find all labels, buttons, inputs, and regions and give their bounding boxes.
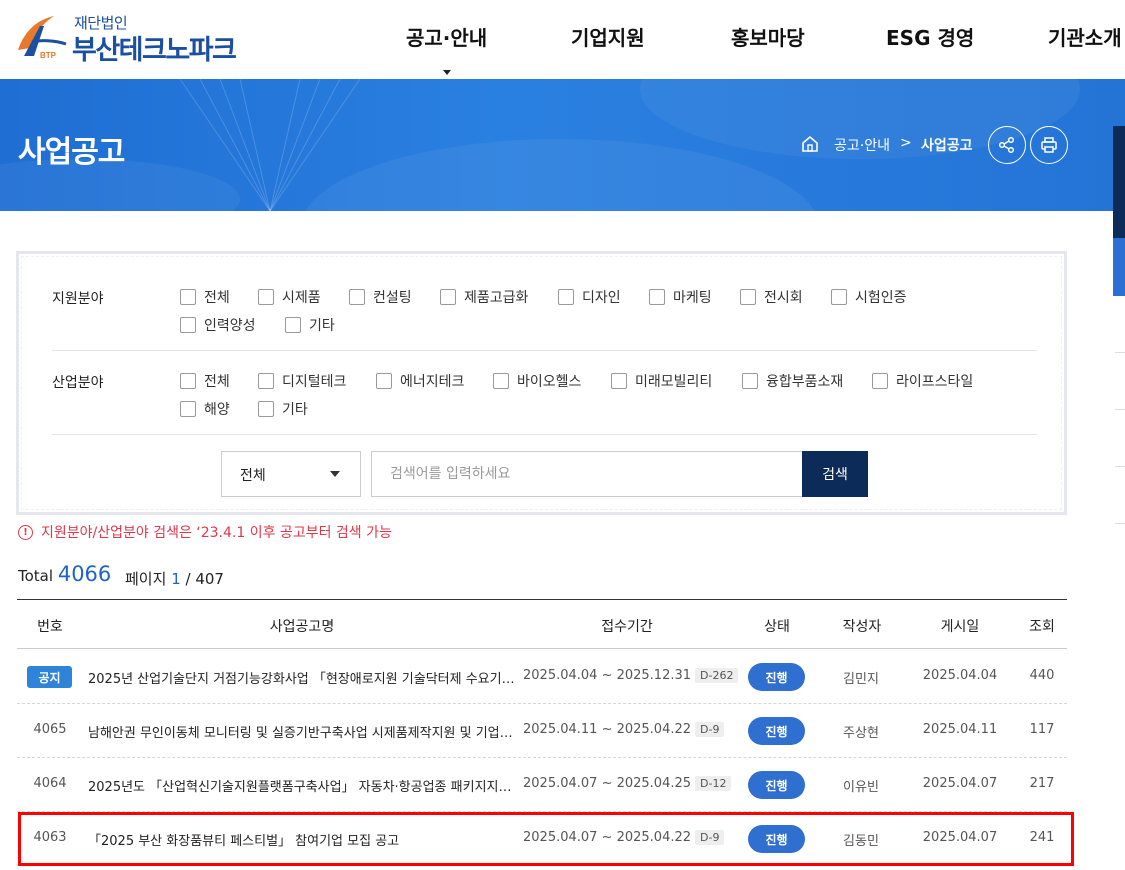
header-status: 상태	[764, 619, 790, 635]
checkbox-support-consulting[interactable]: 컨설팅	[349, 287, 412, 307]
search-filter-box: 지원분야 전체 시제품 컨설팅 제품고급화 디자인 마케팅 전시회 시험인증 인…	[16, 251, 1067, 515]
checkbox-support-training[interactable]: 인력양성	[180, 315, 256, 335]
table-row[interactable]: 공지 2025년 산업기술단지 거점기능강화사업 「현장애로지원 기술닥터제 수…	[17, 650, 1067, 704]
search-input[interactable]	[371, 451, 803, 497]
search-notice-text: 지원분야/산업분야 검색은 ‘23.4.1 이후 공고부터 검색 가능	[41, 525, 392, 541]
header-views: 조회	[1029, 619, 1055, 635]
site-logo[interactable]: BTP 재단법인 부산테크노파크	[14, 12, 264, 66]
row-views: 217	[1029, 776, 1055, 791]
notice-badge: 공지	[27, 666, 72, 688]
page-title: 사업공고	[18, 135, 125, 170]
row-date: 2025.04.04	[922, 668, 998, 683]
page-total: 407	[195, 570, 224, 588]
logo-emblem-icon: BTP	[18, 16, 67, 60]
row-title[interactable]: 2025년도 「산업혁신기술지원플랫폼구축사업」 자동차·항공업종 패키지지원 …	[88, 776, 518, 795]
breadcrumb-current: 사업공고	[921, 138, 973, 154]
search-scope-select[interactable]: 전체	[221, 451, 361, 497]
share-icon	[998, 136, 1015, 154]
checkbox-support-etc[interactable]: 기타	[285, 315, 335, 335]
checkbox-support-prototype[interactable]: 시제품	[258, 287, 321, 307]
table-row[interactable]: 4064 2025년도 「산업혁신기술지원플랫폼구축사업」 자동차·항공업종 패…	[17, 758, 1067, 812]
total-count: Total 4066	[18, 562, 112, 586]
header-number: 번호	[37, 619, 63, 635]
side-quick-menu[interactable]	[1113, 126, 1125, 296]
checkbox-industry-lifestyle[interactable]: 라이프스타일	[872, 371, 973, 391]
row-title[interactable]: 남해안권 무인이동체 모니터링 및 실증기반구축사업 시제품제작지원 및 기업지…	[88, 722, 518, 741]
table-row[interactable]: 4065 남해안권 무인이동체 모니터링 및 실증기반구축사업 시제품제작지원 …	[17, 704, 1067, 758]
checkbox-industry-energy[interactable]: 에너지테크	[376, 371, 464, 391]
dday-badge: D-262	[695, 668, 739, 683]
checkbox-industry-etc[interactable]: 기타	[258, 399, 308, 419]
search-scope-value: 전체	[240, 468, 266, 484]
checkbox-support-design[interactable]: 디자인	[558, 287, 621, 307]
chevron-down-icon	[330, 471, 340, 477]
table-header: 번호 사업공고명 접수기간 상태 작성자 게시일 조회	[17, 599, 1067, 649]
checkbox-industry-biohealth[interactable]: 바이오헬스	[493, 371, 581, 391]
row-views: 440	[1029, 668, 1055, 683]
row-number: 4064	[33, 776, 67, 791]
nav-item-promotion[interactable]: 홍보마당	[731, 22, 805, 51]
header-author: 작성자	[842, 619, 882, 635]
checkbox-support-marketing[interactable]: 마케팅	[649, 287, 712, 307]
breadcrumb-separator: >	[900, 135, 912, 151]
site-header: BTP 재단법인 부산테크노파크 공고·안내 기업지원 홍보마당 ESG 경영 …	[0, 0, 1125, 79]
dday-badge: D-9	[695, 722, 725, 737]
search-notice: ! 지원분야/산업분야 검색은 ‘23.4.1 이후 공고부터 검색 가능	[18, 522, 392, 542]
support-field-label: 지원분야	[52, 291, 104, 307]
info-icon: !	[18, 524, 33, 540]
nav-item-esg[interactable]: ESG 경영	[886, 22, 974, 51]
row-title[interactable]: 2025년 산업기술단지 거점기능강화사업 「현장애로지원 기술닥터제 수요기업…	[88, 668, 518, 687]
status-badge: 진행	[748, 771, 805, 799]
row-author: 이유빈	[843, 780, 879, 795]
nav-item-notice[interactable]: 공고·안내	[406, 22, 487, 51]
row-views: 117	[1029, 722, 1055, 737]
nav-item-business-support[interactable]: 기업지원	[571, 22, 645, 51]
logo-title: 부산테크노파크	[72, 35, 237, 66]
status-badge: 진행	[748, 717, 805, 745]
nav-active-caret-icon	[443, 70, 451, 75]
total-count-value: 4066	[57, 562, 112, 586]
checkbox-industry-digital[interactable]: 디지털테크	[258, 371, 346, 391]
checkbox-support-all[interactable]: 전체	[180, 287, 230, 307]
checkbox-industry-all[interactable]: 전체	[180, 371, 230, 391]
row-date: 2025.04.11	[922, 722, 998, 737]
row-period: 2025.04.11 ~ 2025.04.22 D-9	[523, 722, 725, 737]
highlight-box	[18, 812, 1074, 866]
header-date: 게시일	[940, 619, 980, 635]
nav-item-about[interactable]: 기관소개	[1048, 22, 1122, 51]
checkbox-support-premium[interactable]: 제품고급화	[440, 287, 528, 307]
share-button[interactable]	[988, 126, 1026, 164]
row-author: 주상현	[843, 726, 879, 741]
industry-field-label: 산업분야	[52, 375, 104, 391]
checkbox-industry-mobility[interactable]: 미래모빌리티	[611, 371, 712, 391]
dday-badge: D-12	[695, 776, 732, 791]
checkbox-support-certification[interactable]: 시험인증	[831, 287, 907, 307]
breadcrumb-parent[interactable]: 공고·안내	[834, 135, 890, 155]
page-info: 페이지 1 / 407	[125, 570, 224, 588]
home-icon[interactable]	[801, 135, 819, 153]
header-period: 접수기간	[601, 619, 653, 635]
print-button[interactable]	[1030, 126, 1068, 164]
svg-text:BTP: BTP	[40, 51, 57, 60]
row-period: 2025.04.07 ~ 2025.04.25 D-12	[523, 776, 732, 791]
print-icon	[1041, 137, 1057, 153]
row-period: 2025.04.04 ~ 2025.12.31 D-262	[523, 668, 739, 683]
search-button[interactable]: 검색	[802, 451, 868, 497]
checkbox-industry-marine[interactable]: 해양	[180, 399, 230, 419]
checkbox-support-exhibition[interactable]: 전시회	[740, 287, 803, 307]
page-banner: 사업공고 공고·안내 > 사업공고	[0, 79, 1125, 211]
row-author: 김민지	[843, 672, 879, 687]
checkbox-industry-materials[interactable]: 융합부품소재	[742, 371, 843, 391]
page-current: 1	[171, 570, 181, 588]
header-title: 사업공고명	[269, 619, 335, 635]
row-date: 2025.04.07	[922, 776, 998, 791]
status-badge: 진행	[748, 663, 805, 691]
row-number: 4065	[33, 722, 67, 737]
